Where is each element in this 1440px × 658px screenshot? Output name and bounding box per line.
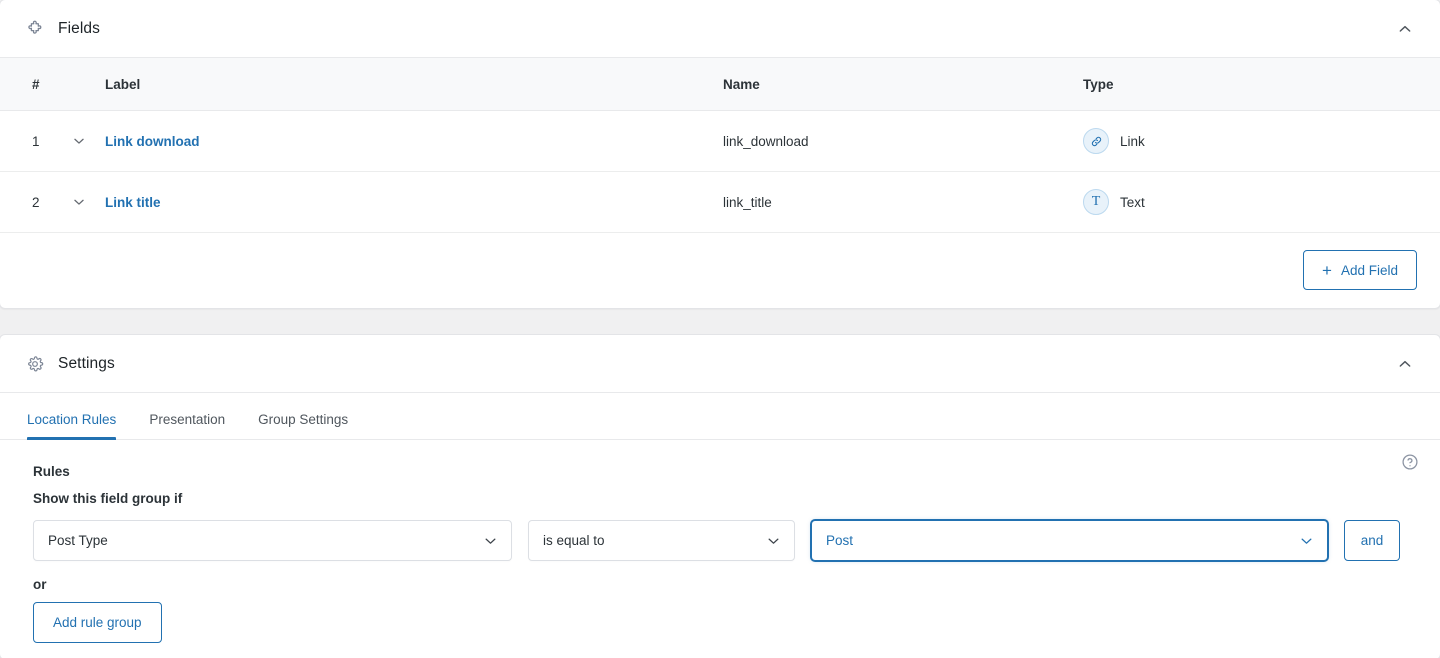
column-header-type: Type [1083, 76, 1114, 92]
tab-presentation[interactable]: Presentation [149, 412, 225, 440]
table-row[interactable]: 2 Link title link_title T Text [0, 172, 1440, 233]
row-name-cell: link_download [723, 134, 1083, 149]
location-rules-body: Rules Show this field group if Post Type [0, 440, 1440, 643]
plus-icon: + [1322, 260, 1332, 280]
table-row[interactable]: 1 Link download link_download Link [0, 111, 1440, 172]
row-number: 1 [32, 133, 40, 149]
field-name-text: link_download [723, 133, 809, 149]
field-label-link[interactable]: Link title [105, 195, 161, 210]
rule-row: Post Type is equal to Post and [33, 520, 1414, 561]
add-rule-group-button[interactable]: Add rule group [33, 602, 162, 643]
settings-collapse-toggle[interactable] [1390, 349, 1420, 379]
rule-operator-select[interactable]: is equal to [528, 520, 795, 561]
question-circle-icon[interactable] [1401, 453, 1419, 471]
settings-panel-header: Settings [0, 335, 1440, 393]
puzzle-piece-icon [25, 19, 45, 39]
add-field-label: Add Field [1340, 262, 1398, 278]
rules-heading: Rules [33, 464, 70, 479]
fields-panel: Fields # Label Name Type 1 Link download… [0, 0, 1440, 309]
rules-subheading: Show this field group if [33, 491, 183, 506]
rule-param-value: Post Type [48, 533, 108, 548]
row-name-cell: link_title [723, 195, 1083, 210]
add-and-rule-button[interactable]: and [1344, 520, 1400, 561]
field-type-text: Text [1120, 194, 1145, 210]
settings-tabs: Location Rules Presentation Group Settin… [0, 393, 1440, 440]
tab-location-rules[interactable]: Location Rules [27, 412, 117, 440]
chevron-down-icon [1299, 533, 1314, 548]
fields-panel-title: Fields [58, 19, 100, 37]
settings-panel: Settings Location Rules Presentation Gro… [0, 334, 1440, 658]
link-icon [1083, 128, 1109, 154]
text-t-icon: T [1083, 189, 1109, 215]
chevron-down-icon [483, 533, 498, 548]
chevron-down-icon [74, 138, 84, 144]
column-header-name: Name [723, 76, 760, 92]
settings-panel-title: Settings [58, 354, 115, 372]
row-type-cell: Link [1083, 128, 1440, 154]
row-expand-toggle[interactable] [72, 134, 105, 148]
row-label-cell: Link title [105, 195, 723, 210]
field-label-link[interactable]: Link download [105, 134, 200, 149]
row-label-cell: Link download [105, 134, 723, 149]
chevron-down-icon [766, 533, 781, 548]
rule-value-value: Post [826, 533, 854, 548]
rule-param-select[interactable]: Post Type [33, 520, 512, 561]
fields-panel-header: Fields [0, 0, 1440, 58]
or-label: or [33, 577, 47, 592]
fields-panel-footer: + Add Field [0, 233, 1440, 307]
field-type-text: Link [1120, 133, 1145, 149]
field-name-text: link_title [723, 194, 772, 210]
row-expand-toggle[interactable] [72, 195, 105, 209]
tab-group-settings[interactable]: Group Settings [258, 412, 348, 440]
column-header-number: # [32, 76, 40, 92]
fields-table-header: # Label Name Type [0, 58, 1440, 111]
chevron-down-icon [74, 199, 84, 205]
row-number: 2 [32, 194, 40, 210]
rule-value-select[interactable]: Post [811, 520, 1328, 561]
acf-field-group-editor: Fields # Label Name Type 1 Link download… [0, 0, 1440, 658]
fields-collapse-toggle[interactable] [1390, 14, 1420, 44]
rule-operator-value: is equal to [543, 533, 605, 548]
add-field-button[interactable]: + Add Field [1303, 250, 1417, 290]
column-header-label: Label [105, 76, 141, 92]
row-type-cell: T Text [1083, 189, 1440, 215]
gear-icon [25, 354, 45, 374]
